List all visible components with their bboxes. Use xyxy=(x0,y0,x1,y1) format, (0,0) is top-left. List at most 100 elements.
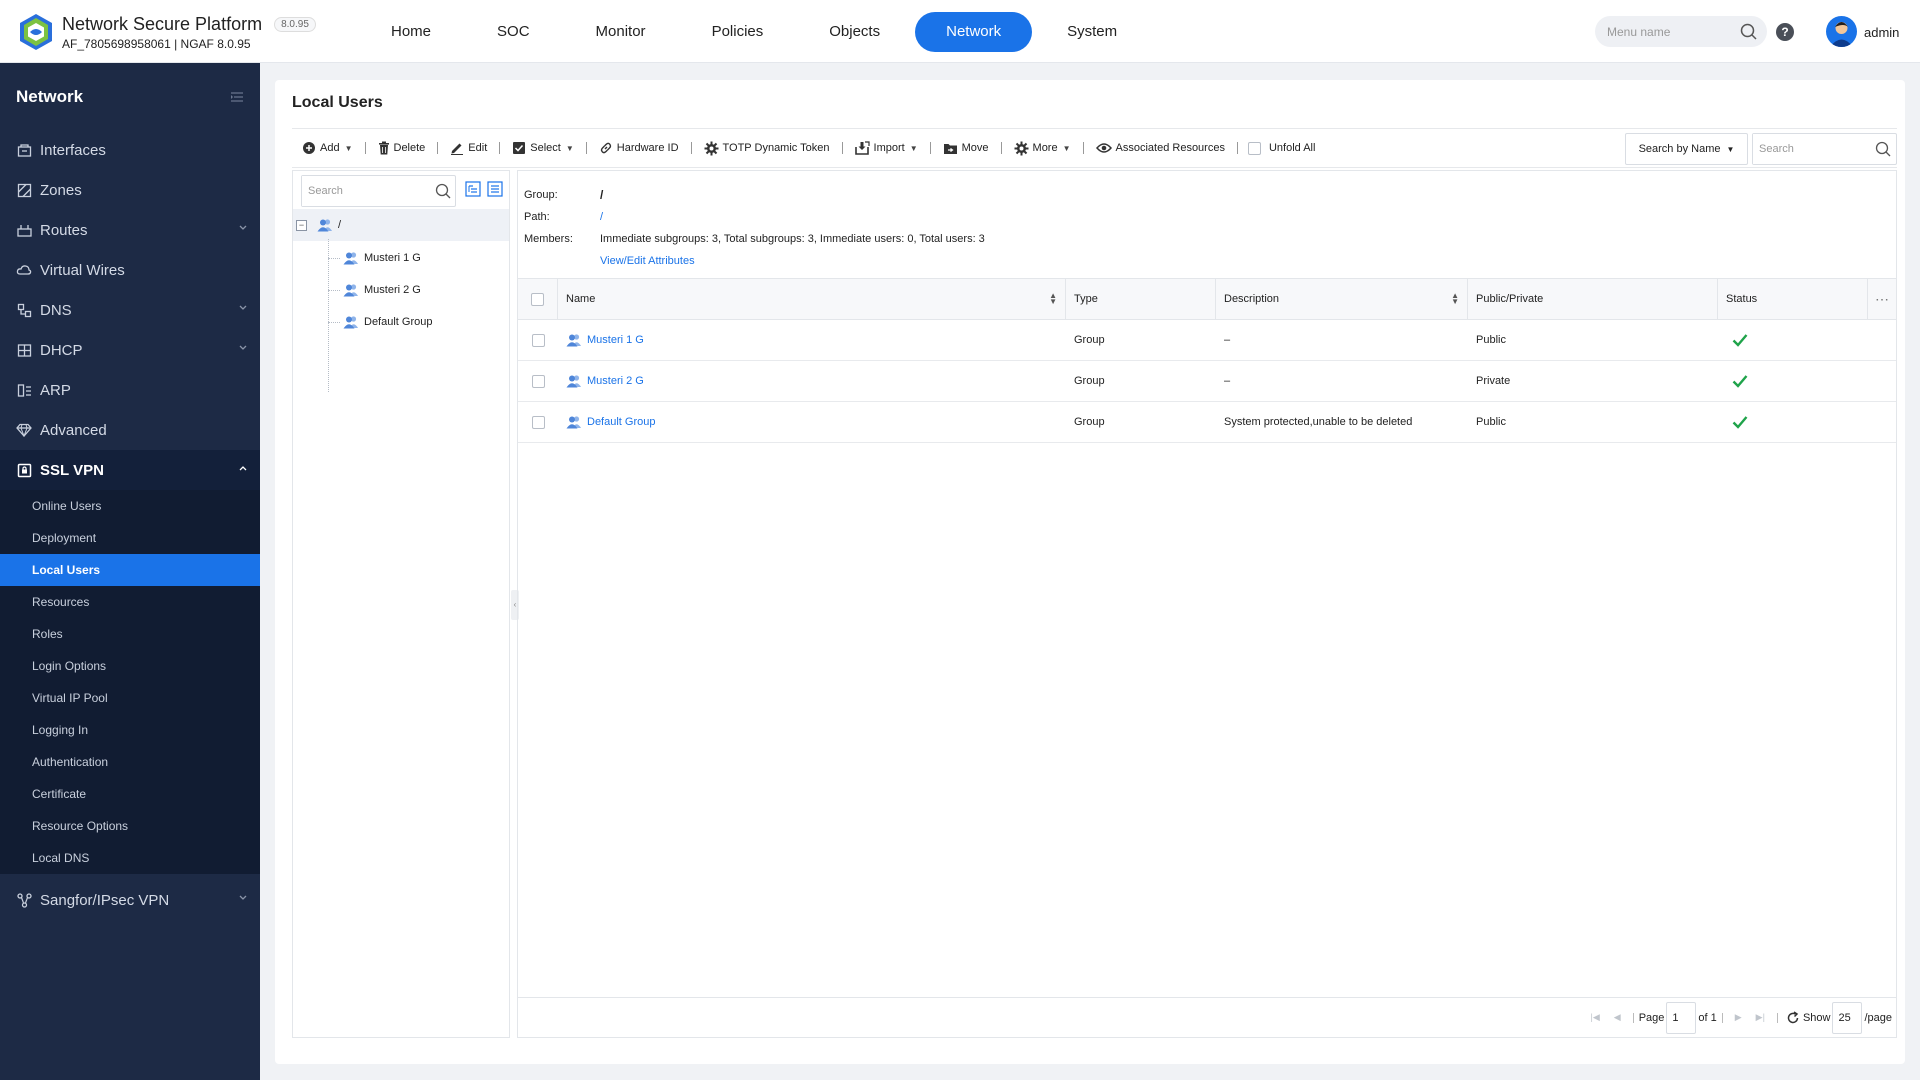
delete-button[interactable]: Delete xyxy=(368,128,436,168)
select-all-cell xyxy=(518,279,558,319)
page-size-input[interactable]: 25 xyxy=(1832,1001,1863,1034)
sidebar-item-virtual-ip-pool[interactable]: Virtual IP Pool xyxy=(0,682,260,714)
sidebar-item-certificate[interactable]: Certificate xyxy=(0,778,260,810)
search-icon[interactable] xyxy=(1875,141,1891,157)
table-row[interactable]: Musteri 2 G Group – Private xyxy=(518,361,1896,402)
column-settings-icon[interactable]: ⋯ xyxy=(1868,279,1896,319)
brand[interactable]: Network Secure Platform 8.0.95 AF_780569… xyxy=(16,12,316,52)
sidebar-item-login-options[interactable]: Login Options xyxy=(0,650,260,682)
edit-button[interactable]: Edit xyxy=(440,128,497,168)
sidebar-title: Network xyxy=(16,86,84,106)
hardware-id-button[interactable]: Hardware ID xyxy=(589,128,689,168)
sidebar-item-authentication[interactable]: Authentication xyxy=(0,746,260,778)
search-icon[interactable] xyxy=(1740,23,1757,40)
sidebar-item-virtual-wires[interactable]: Virtual Wires xyxy=(0,250,260,290)
chevron-down-icon xyxy=(239,345,247,350)
page-number-input[interactable]: 1 xyxy=(1666,1001,1697,1034)
sidebar-item-zones[interactable]: Zones xyxy=(0,170,260,210)
collapse-node-icon[interactable]: − xyxy=(296,219,307,231)
sidebar-item-resources[interactable]: Resources xyxy=(0,586,260,618)
tree-node[interactable]: Musteri 2 G xyxy=(343,280,421,300)
select-button[interactable]: Select ▼ xyxy=(502,128,584,168)
group-label: Group: xyxy=(524,189,558,201)
row-checkbox[interactable] xyxy=(531,333,545,347)
nav-home[interactable]: Home xyxy=(360,12,462,52)
nav-soc[interactable]: SOC xyxy=(466,12,561,52)
unfold-all-checkbox[interactable] xyxy=(1247,141,1261,155)
move-button[interactable]: Move xyxy=(933,128,999,168)
sidebar-item-roles[interactable]: Roles xyxy=(0,618,260,650)
group-name-link[interactable]: Default Group xyxy=(587,416,655,428)
sidebar-item-dns[interactable]: DNS xyxy=(0,290,260,330)
link-icon xyxy=(600,142,611,154)
unfold-all-toggle[interactable]: Unfold All xyxy=(1247,141,1315,155)
visibility-cell: Public xyxy=(1476,416,1506,428)
expand-tree-icon[interactable] xyxy=(465,181,481,197)
search-input[interactable] xyxy=(1753,134,1863,164)
sidebar-item-online-users[interactable]: Online Users xyxy=(0,490,260,522)
username[interactable]: admin xyxy=(1864,25,1899,40)
caret-down-icon: ▼ xyxy=(1062,143,1071,153)
group-name-link[interactable]: Musteri 2 G xyxy=(587,375,644,387)
check-icon xyxy=(1732,416,1748,429)
collapse-menu-icon[interactable] xyxy=(230,91,244,103)
search-by-dropdown[interactable]: Search by Name ▼ xyxy=(1625,133,1748,165)
help-icon[interactable]: ? xyxy=(1776,23,1794,41)
sort-icon[interactable]: ▲ ▼ xyxy=(1049,292,1057,306)
import-icon xyxy=(854,141,870,155)
routes-icon xyxy=(16,224,32,237)
column-header-description[interactable]: Description ▲ ▼ xyxy=(1216,279,1468,319)
more-button[interactable]: More ▼ xyxy=(1004,128,1081,168)
view-edit-attributes-link[interactable]: View/Edit Attributes xyxy=(600,255,695,267)
path-link[interactable]: / xyxy=(600,211,603,223)
avatar[interactable] xyxy=(1826,16,1857,47)
tree-node[interactable]: Musteri 1 G xyxy=(343,248,421,268)
sidebar-item-arp[interactable]: ARP xyxy=(0,370,260,410)
import-button[interactable]: Import ▼ xyxy=(845,128,928,168)
nav-policies[interactable]: Policies xyxy=(681,12,795,52)
collapse-tree-icon[interactable] xyxy=(487,181,503,197)
gear-icon xyxy=(1014,141,1029,155)
toolbar: Add ▼ Delete Edit Select ▼ Hardware ID TOT… xyxy=(292,128,1897,168)
sidebar-item-ssl-vpn[interactable]: SSL VPN xyxy=(0,450,260,490)
more-label: More xyxy=(1032,142,1058,154)
tree-root-node[interactable]: − / xyxy=(296,215,341,235)
table-row[interactable]: Default Group Group System protected,una… xyxy=(518,402,1896,443)
table-row[interactable]: Musteri 1 G Group – Public xyxy=(518,320,1896,361)
description-cell: – xyxy=(1224,375,1231,387)
platform-logo-icon xyxy=(20,14,52,50)
sidebar-item-resource-options[interactable]: Resource Options xyxy=(0,810,260,842)
group-name-link[interactable]: Musteri 1 G xyxy=(587,334,644,346)
search-icon[interactable] xyxy=(435,183,451,199)
next-page-icon[interactable]: ▶ xyxy=(1735,1012,1742,1023)
sort-icon[interactable]: ▲ ▼ xyxy=(1451,292,1459,306)
column-header-name[interactable]: Name ▲ ▼ xyxy=(558,279,1066,319)
sidebar-item-advanced[interactable]: Advanced xyxy=(0,410,260,450)
sidebar-item-deployment[interactable]: Deployment xyxy=(0,522,260,554)
menu-search-input[interactable] xyxy=(1595,16,1735,47)
sidebar-item-local-users[interactable]: Local Users xyxy=(0,554,260,586)
pencil-icon xyxy=(451,143,464,155)
nav-objects[interactable]: Objects xyxy=(798,12,911,52)
nav-monitor[interactable]: Monitor xyxy=(565,12,677,52)
sidebar-item-dhcp[interactable]: DHCP xyxy=(0,330,260,370)
sidebar-item-local-dns[interactable]: Local DNS xyxy=(0,842,260,874)
sidebar-item-ipsec-vpn[interactable]: Sangfor/IPsec VPN xyxy=(0,880,260,920)
nav-network[interactable]: Network xyxy=(915,12,1033,52)
sidebar-item-routes[interactable]: Routes xyxy=(0,210,260,250)
tree-search-input[interactable] xyxy=(302,176,422,206)
sidebar-item-logging-in[interactable]: Logging In xyxy=(0,714,260,746)
row-checkbox[interactable] xyxy=(531,415,545,429)
row-checkbox[interactable] xyxy=(531,374,545,388)
select-all-checkbox[interactable] xyxy=(531,292,544,306)
nav-system[interactable]: System xyxy=(1036,12,1148,52)
sidebar-item-interfaces[interactable]: Interfaces xyxy=(0,130,260,170)
tree-node[interactable]: Default Group xyxy=(343,312,432,332)
associated-resources-button[interactable]: Associated Resources xyxy=(1086,128,1235,168)
last-page-icon[interactable]: ▶| xyxy=(1756,1012,1765,1023)
refresh-icon[interactable] xyxy=(1786,1010,1800,1025)
add-button[interactable]: Add ▼ xyxy=(292,128,363,168)
totp-token-button[interactable]: TOTP Dynamic Token xyxy=(694,128,840,168)
prev-page-icon[interactable]: ◀ xyxy=(1614,1012,1621,1023)
first-page-icon[interactable]: |◀ xyxy=(1591,1012,1600,1023)
